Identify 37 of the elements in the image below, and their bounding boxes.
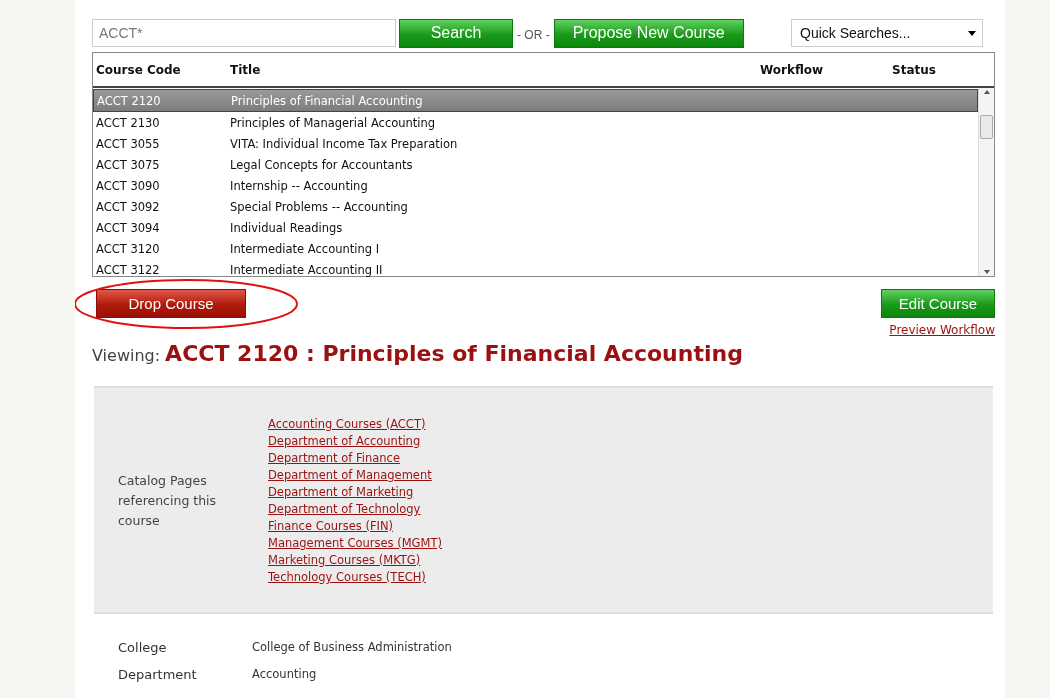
or-label: - OR -: [517, 26, 550, 42]
course-row[interactable]: ACCT 3075 Legal Concepts for Accountants: [93, 154, 978, 175]
preview-workflow-link[interactable]: Preview Workflow: [889, 323, 995, 337]
catalog-link[interactable]: Department of Management: [268, 467, 993, 484]
field-label: Department: [118, 667, 198, 682]
field-value: Accounting: [252, 667, 318, 682]
quick-searches-dropdown[interactable]: Quick Searches...: [791, 19, 983, 47]
catalog-link[interactable]: Finance Courses (FIN): [268, 518, 993, 535]
course-row[interactable]: ACCT 3090 Internship -- Accounting: [93, 175, 978, 196]
viewing-label: Viewing:: [92, 346, 161, 365]
column-header: Workflow: [760, 62, 825, 77]
catalog-link[interactable]: Department of Finance: [268, 450, 993, 467]
course-heading: ACCT 2120 : Principles of Financial Accounting: [165, 341, 743, 366]
field-label: Catalog Pages referencing this course: [118, 472, 218, 530]
catalog-link[interactable]: Department of Accounting: [268, 433, 993, 450]
column-header: Title: [230, 62, 262, 77]
column-header: Status: [892, 62, 937, 77]
caret-icon: [968, 30, 976, 36]
search-field[interactable]: ACCT*: [92, 19, 396, 47]
catalog-link[interactable]: Department of Marketing: [268, 484, 993, 501]
catalog-link[interactable]: Management Courses (MGMT): [268, 535, 993, 552]
column-header: Course Code: [96, 62, 182, 77]
catalog-link[interactable]: Technology Courses (TECH): [268, 569, 993, 586]
catalog-link[interactable]: Department of Technology: [268, 501, 993, 518]
course-row[interactable]: ACCT 3122 Intermediate Accounting II: [93, 259, 978, 280]
course-row[interactable]: ACCT 2130 Principles of Managerial Accounting: [93, 112, 978, 133]
catalog-link[interactable]: Marketing Courses (MKTG): [268, 552, 993, 569]
scrollbar[interactable]: [978, 88, 994, 276]
field-label: College: [118, 640, 168, 655]
course-row[interactable]: ACCT 3092 Special Problems -- Accounting: [93, 196, 978, 217]
field-value: College of Business Administration: [252, 640, 453, 655]
course-row[interactable]: ACCT 3120 Intermediate Accounting I: [93, 238, 978, 259]
course-row[interactable]: ACCT 3094 Individual Readings: [93, 217, 978, 238]
edit-course-button[interactable]: Edit Course: [881, 289, 995, 318]
course-row[interactable]: ACCT 3055 VITA: Individual Income Tax Preparation: [93, 133, 978, 154]
catalog-link[interactable]: Accounting Courses (ACCT): [268, 416, 993, 433]
drop-course-button[interactable]: Drop Course: [96, 289, 246, 318]
